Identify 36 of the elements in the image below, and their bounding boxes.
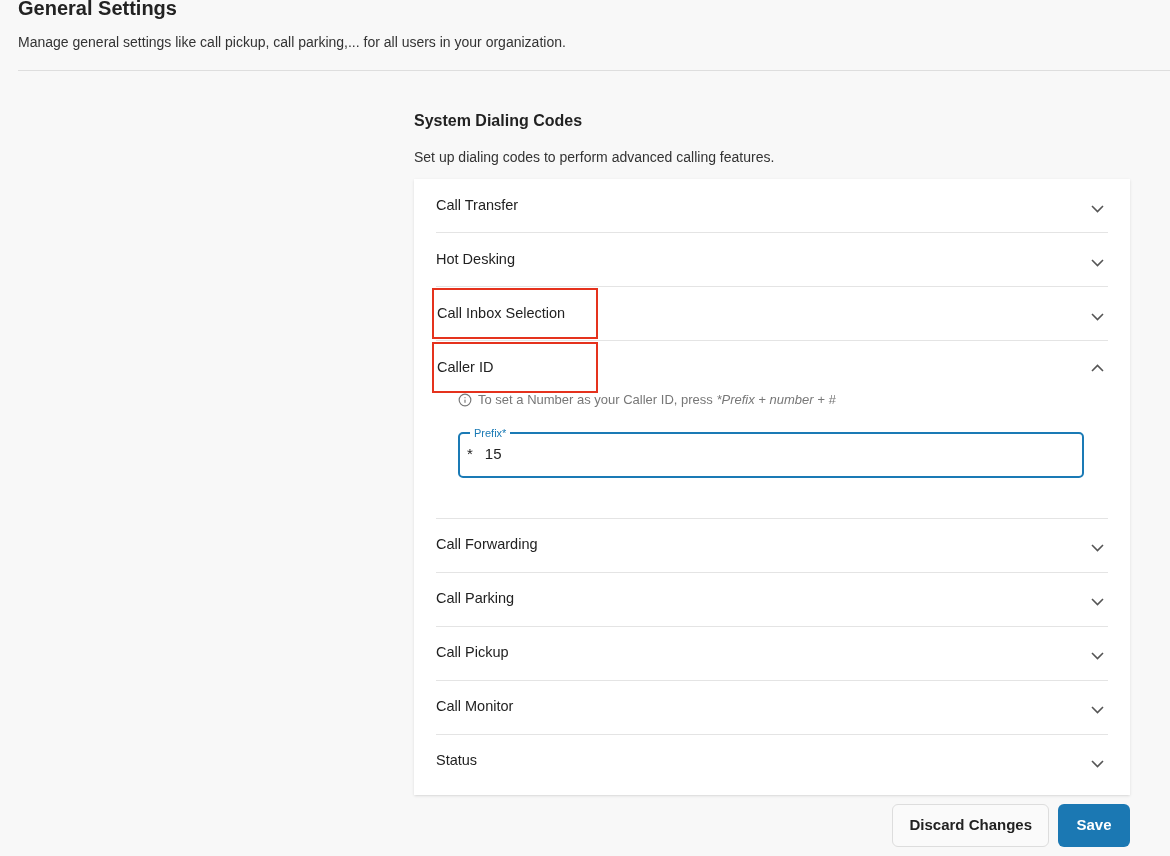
accordion-label: Call Forwarding [436,535,538,555]
accordion-label: Call Inbox Selection [432,287,598,340]
discard-changes-button[interactable]: Discard Changes [892,804,1049,847]
hint-text: To set a Number as your Caller ID, press *Prefix + number + # [478,391,836,409]
accordion-header[interactable]: Call Pickup [436,626,1108,680]
accordion-label: Call Pickup [436,643,509,663]
accordion-header[interactable]: Call Parking [436,572,1108,626]
page-title: General Settings [18,0,177,20]
accordion-header[interactable]: Call Forwarding [436,518,1108,572]
accordion-label: Hot Desking [436,249,515,269]
accordion-label: Call Monitor [436,697,514,717]
chevron-down-icon [1091,258,1104,267]
chevron-down-icon [1091,652,1104,660]
chevron-down-icon [1091,312,1104,321]
accordion-label: Status [436,751,478,771]
accordion-header[interactable]: Call Transfer [436,179,1108,232]
save-button[interactable]: Save [1058,804,1130,847]
chevron-down-icon [1091,204,1104,213]
chevron-down-icon [1091,598,1104,606]
chevron-down-icon [1091,544,1104,552]
prefix-symbol: * [467,444,473,465]
section-title: System Dialing Codes [414,111,583,131]
page-subtitle: Manage general settings like call pickup, call parking,... for all users in your organization. [18,34,566,50]
chevron-down-icon [1091,706,1104,714]
accordion-header[interactable]: Call Monitor [436,680,1108,734]
chevron-down-icon [1091,760,1104,768]
accordion-header[interactable]: Hot Desking [436,233,1108,286]
chevron-up-icon [1091,363,1104,372]
section-description: Set up dialing codes to perform advanced calling features. [414,149,775,165]
accordion-label: Caller ID [432,341,598,394]
accordion-header[interactable]: Call Inbox Selection [436,287,1108,340]
accordion-label: Call Parking [436,589,515,609]
info-icon [458,392,472,407]
prefix-input[interactable]: 15 [484,443,1075,466]
accordion-header[interactable]: Status [436,734,1108,788]
accordion-label: Call Transfer [436,195,519,215]
